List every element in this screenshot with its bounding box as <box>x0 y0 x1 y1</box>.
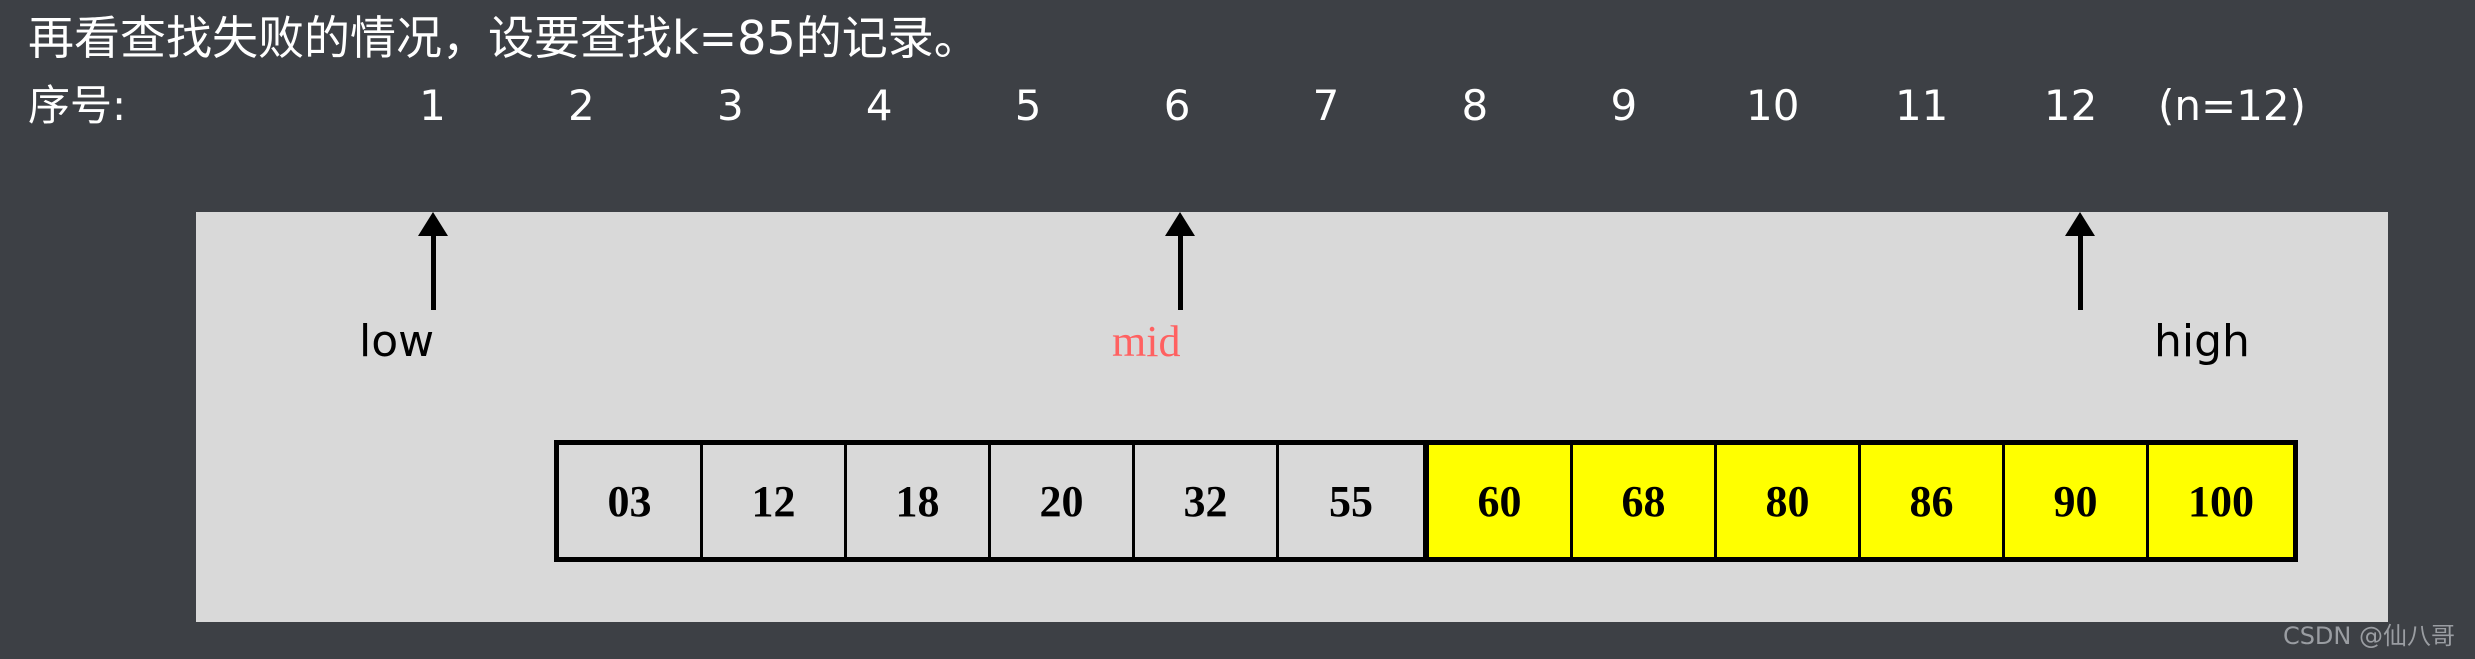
array-cell: 80 <box>1717 445 1861 557</box>
index-number: 3 <box>716 81 744 130</box>
index-number: 7 <box>1312 81 1340 130</box>
diagram-panel: 03 12 18 20 32 55 60 68 80 86 90 100 low… <box>196 212 2388 622</box>
index-number: 12 <box>2043 81 2098 130</box>
slide-canvas: 再看查找失败的情况，设要查找k=85的记录。 序号: 1 2 3 4 5 6 7… <box>0 0 2475 659</box>
array-cell: 32 <box>1135 445 1279 557</box>
array-table: 03 12 18 20 32 55 60 68 80 86 90 100 <box>554 440 2298 562</box>
array-segment-highlighted: 60 68 80 86 90 100 <box>1426 440 2298 562</box>
mid-pointer-label: mid <box>1112 317 1181 366</box>
array-cell: 86 <box>1861 445 2005 557</box>
index-number-row: 1 2 3 4 5 6 7 8 9 10 11 12 <box>358 80 2145 132</box>
index-row-label: 序号: <box>28 81 127 130</box>
slide-title: 再看查找失败的情况，设要查找k=85的记录。 <box>28 11 980 65</box>
array-cell: 12 <box>703 445 847 557</box>
index-number: 11 <box>1894 81 1949 130</box>
array-size-annotation: (n=12) <box>2158 81 2307 130</box>
array-segment-searched: 03 12 18 20 32 55 <box>554 440 1426 562</box>
array-cell: 55 <box>1279 445 1423 557</box>
index-number: 10 <box>1746 81 1800 130</box>
index-number: 5 <box>1014 81 1042 130</box>
array-cell: 20 <box>991 445 1135 557</box>
mid-pointer-arrow <box>1165 212 1195 310</box>
high-pointer-label: high <box>2154 316 2250 367</box>
watermark: CSDN @仙八哥 <box>2282 622 2455 650</box>
array-cell: 03 <box>559 445 703 557</box>
array-cell: 60 <box>1429 445 1573 557</box>
array-cell: 100 <box>2149 445 2293 557</box>
high-pointer-arrow <box>2065 212 2095 310</box>
low-pointer-label: low <box>359 316 435 367</box>
index-number: 2 <box>568 81 595 130</box>
index-number: 6 <box>1163 81 1191 130</box>
index-number: 4 <box>865 81 893 130</box>
array-cell: 18 <box>847 445 991 557</box>
index-number: 1 <box>419 81 446 130</box>
array-cell: 68 <box>1573 445 1717 557</box>
array-cell: 90 <box>2005 445 2149 557</box>
index-number: 8 <box>1461 81 1489 130</box>
index-number: 9 <box>1610 81 1638 130</box>
low-pointer-arrow <box>418 212 448 310</box>
